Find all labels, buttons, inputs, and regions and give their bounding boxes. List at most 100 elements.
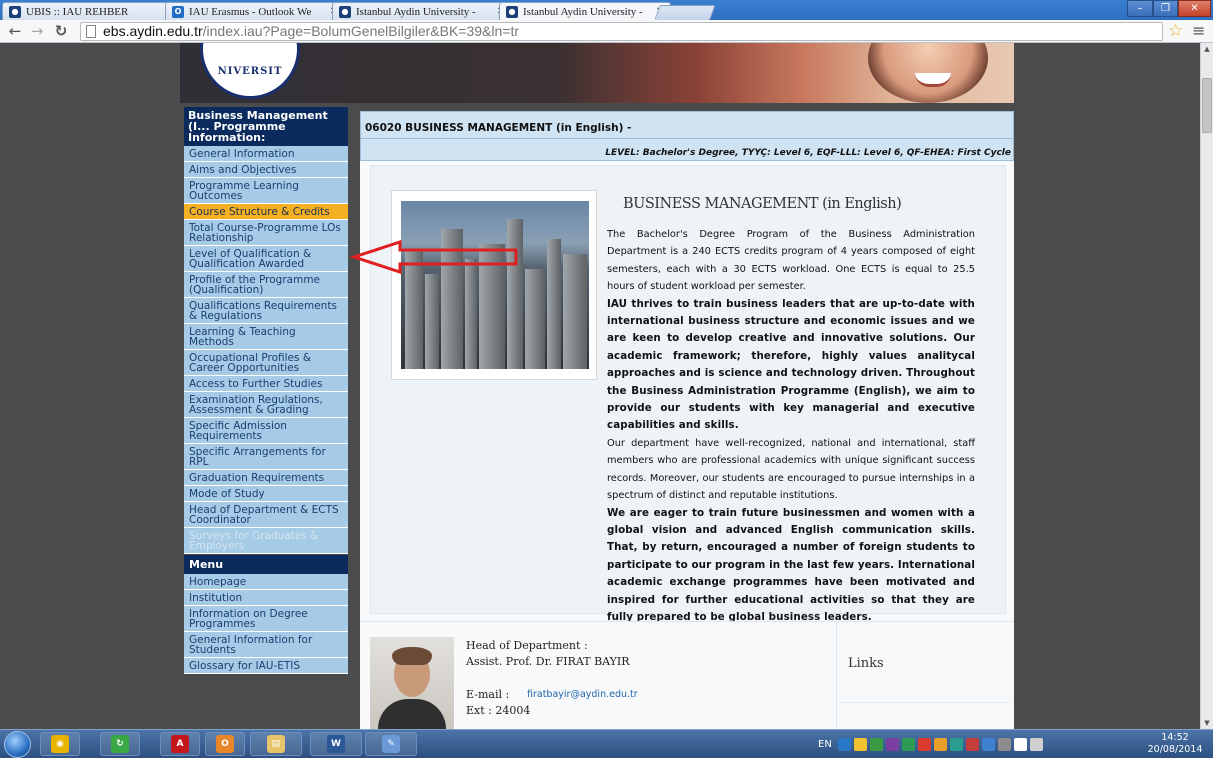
close-window-icon[interactable]: ✕ <box>1178 0 1211 17</box>
globe-favicon-icon: ● <box>339 5 351 18</box>
forward-arrow-icon[interactable]: → <box>28 22 46 40</box>
taskbar-button[interactable]: ◉ <box>40 732 80 756</box>
taskbar-button[interactable]: A <box>160 732 200 756</box>
tray-app-icon[interactable] <box>949 738 963 751</box>
tab-title: Istanbul Aydin University - <box>356 5 476 18</box>
sidebar-item-specific-arrangements-for-rpl[interactable]: Specific Arrangements for RPL <box>184 444 348 470</box>
language-indicator[interactable]: EN <box>818 739 832 750</box>
menu-item-general-information-for-students[interactable]: General Information for Students <box>184 632 348 658</box>
scroll-thumb[interactable] <box>1202 78 1212 133</box>
photo-body <box>378 699 446 729</box>
sidebar-item-occupational-profiles-career-opportunities[interactable]: Occupational Profiles & Career Opportuni… <box>184 350 348 376</box>
sidebar-item-graduation-requirements[interactable]: Graduation Requirements <box>184 470 348 486</box>
sidebar-item-specific-admission-requirements[interactable]: Specific Admission Requirements <box>184 418 348 444</box>
reload-icon[interactable]: ↻ <box>52 22 70 40</box>
tray-app-icon[interactable] <box>981 738 995 751</box>
programme-header: 06020 BUSINESS MANAGEMENT (in English) -… <box>360 111 1014 161</box>
taskbar-button[interactable]: ▤ <box>250 732 302 756</box>
new-tab-button[interactable] <box>654 5 716 20</box>
browser-tab-3[interactable]: ● Istanbul Aydin University - ✕ <box>332 2 512 20</box>
content-heading: BUSINESS MANAGEMENT (in English) <box>623 196 902 212</box>
sidebar-menu-list: Homepage Institution Information on Degree… <box>184 574 348 674</box>
tray-app-icon[interactable] <box>933 738 947 751</box>
taskbar-button[interactable]: O <box>205 732 245 756</box>
explorer-folder-icon: ▤ <box>267 735 285 753</box>
tray-app-icon[interactable] <box>917 738 931 751</box>
taskbar-button[interactable]: ↻ <box>100 732 140 756</box>
photo-hair <box>392 647 432 665</box>
city-skyline-image <box>401 201 589 369</box>
sidebar-item-level-of-qualification-qualification-awarded[interactable]: Level of Qualification & Qualification A… <box>184 246 348 272</box>
divider <box>836 622 837 729</box>
menu-item-information-on-degree-programmes[interactable]: Information on Degree Programmes <box>184 606 348 632</box>
maximize-icon[interactable]: ❐ <box>1153 0 1178 17</box>
sidebar-item-profile-of-the-programme-qualification[interactable]: Profile of the Programme (Qualification) <box>184 272 348 298</box>
back-arrow-icon[interactable]: ← <box>6 22 24 40</box>
tray-app-icon[interactable] <box>869 738 883 751</box>
tray-app-icon[interactable] <box>885 738 899 751</box>
sidebar-header: Business Management (I... Programme Info… <box>184 107 348 146</box>
sidebar-item-head-of-department-ects-coordinator[interactable]: Head of Department & ECTS Coordinator <box>184 502 348 528</box>
menu-item-homepage[interactable]: Homepage <box>184 574 348 590</box>
building-shape <box>563 254 587 369</box>
star-icon[interactable]: ☆ <box>1168 21 1183 41</box>
scroll-down-icon[interactable]: ▼ <box>1201 717 1213 729</box>
photo-frame <box>391 190 597 380</box>
taskbar: ◉ ↻ A O ▤ W ✎ EN 14:52 20/08/2014 <box>0 729 1213 758</box>
refresh-app-icon: ↻ <box>111 735 129 753</box>
sidebar-item-course-structure-credits[interactable]: Course Structure & Credits <box>184 204 348 220</box>
browser-tab-2[interactable]: O IAU Erasmus - Outlook We ✕ <box>165 2 345 20</box>
vertical-scrollbar[interactable]: ▲ ▼ <box>1200 43 1213 729</box>
tray-app-icon[interactable] <box>853 738 867 751</box>
clock[interactable]: 14:52 20/08/2014 <box>1140 732 1210 756</box>
outlook-icon: O <box>216 735 234 753</box>
sidebar-programme-list: General Information Aims and Objectives Pr… <box>184 146 348 554</box>
taskbar-button[interactable]: ✎ <box>365 732 417 756</box>
content-box: BUSINESS MANAGEMENT (in English) The Bac… <box>370 165 1006 623</box>
tray-app-icon[interactable] <box>837 738 851 751</box>
clock-time: 14:52 <box>1161 732 1189 743</box>
hamburger-menu-icon[interactable]: ≡ <box>1192 21 1205 40</box>
browser-tab-bar: ● UBIS :: IAU REHBER ✕ O IAU Erasmus - O… <box>0 0 1213 20</box>
chrome-icon: ◉ <box>51 735 69 753</box>
paragraph-2: IAU thrives to train business leaders th… <box>607 297 975 432</box>
programme-level: LEVEL: Bachelor's Degree, TYYÇ: Level 6,… <box>605 148 1011 158</box>
browser-toolbar: ← → ↻ ebs.aydin.edu.tr/index.iau?Page=Bo… <box>0 20 1213 43</box>
start-button[interactable] <box>4 731 31 758</box>
head-label: Head of Department : <box>466 639 588 652</box>
head-of-department-section: Head of Department : Assist. Prof. Dr. F… <box>360 621 1014 729</box>
sidebar-item-general-information[interactable]: General Information <box>184 146 348 162</box>
taskbar-button[interactable]: W <box>310 732 362 756</box>
header-banner: NIVERSIT <box>180 43 1014 103</box>
tray-app-icon[interactable] <box>1013 738 1027 751</box>
sidebar: Business Management (I... Programme Info… <box>184 107 348 674</box>
tray-icons <box>837 738 1046 751</box>
acrobat-icon: A <box>171 735 189 753</box>
tray-app-icon[interactable] <box>997 738 1011 751</box>
scroll-up-icon[interactable]: ▲ <box>1201 43 1213 55</box>
url-path: /index.iau?Page=BolumGenelBilgiler&BK=39… <box>202 23 519 39</box>
sidebar-item-access-to-further-studies[interactable]: Access to Further Studies <box>184 376 348 392</box>
menu-item-glossary-for-iau-etis[interactable]: Glossary for IAU-ETIS <box>184 658 348 674</box>
programme-title: 06020 BUSINESS MANAGEMENT (in English) - <box>365 122 632 134</box>
address-bar[interactable]: ebs.aydin.edu.tr/index.iau?Page=BolumGen… <box>80 22 1163 41</box>
head-photo <box>370 637 454 729</box>
tab-title: IAU Erasmus - Outlook We <box>189 5 312 18</box>
tray-app-icon[interactable] <box>1029 738 1043 751</box>
tray-app-icon[interactable] <box>901 738 915 751</box>
menu-item-institution[interactable]: Institution <box>184 590 348 606</box>
sidebar-item-learning-teaching-methods[interactable]: Learning & Teaching Methods <box>184 324 348 350</box>
sidebar-item-programme-learning-outcomes[interactable]: Programme Learning Outcomes <box>184 178 348 204</box>
email-link[interactable]: firatbayir@aydin.edu.tr <box>527 689 638 700</box>
tray-app-icon[interactable] <box>965 738 979 751</box>
sidebar-item-mode-of-study[interactable]: Mode of Study <box>184 486 348 502</box>
university-seal-logo: NIVERSIT <box>200 43 300 99</box>
browser-tab-1[interactable]: ● UBIS :: IAU REHBER ✕ <box>2 2 190 20</box>
sidebar-item-qualifications-requirements-regulations[interactable]: Qualifications Requirements & Regulation… <box>184 298 348 324</box>
minimize-icon[interactable]: – <box>1127 0 1153 17</box>
browser-tab-4-active[interactable]: ● Istanbul Aydin University - ✕ <box>499 2 671 20</box>
sidebar-item-total-course-programme-los-relationship[interactable]: Total Course-Programme LOs Relationship <box>184 220 348 246</box>
sidebar-item-examination-regulations-assessment-grading[interactable]: Examination Regulations, Assessment & Gr… <box>184 392 348 418</box>
sidebar-item-aims-and-objectives[interactable]: Aims and Objectives <box>184 162 348 178</box>
sidebar-item-surveys-for-graduates-employers[interactable]: Surveys for Graduates & Employers <box>184 528 348 554</box>
